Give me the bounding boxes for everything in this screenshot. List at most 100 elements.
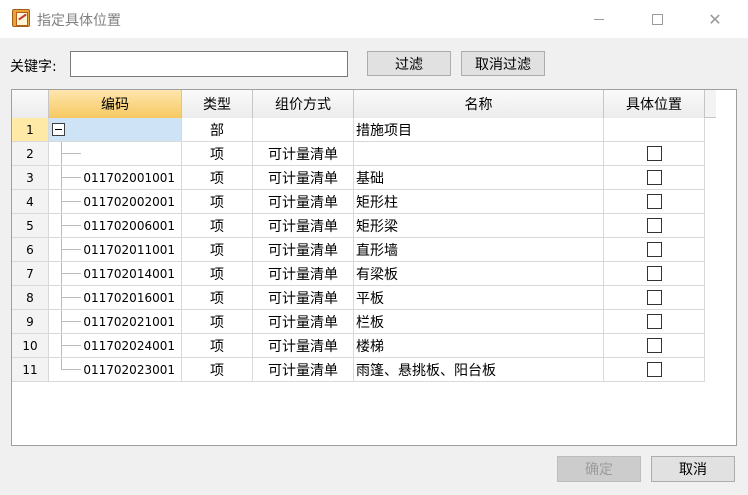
clear-filter-button[interactable]: 取消过滤 xyxy=(461,51,545,76)
name-cell xyxy=(354,142,604,165)
table-row[interactable]: 2 项可计量清单 xyxy=(12,142,705,166)
header-pricing-method[interactable]: 组价方式 xyxy=(253,90,354,118)
table-row[interactable]: 10 011702024001 项可计量清单 楼梯 xyxy=(12,334,705,358)
row-number: 2 xyxy=(12,142,49,165)
title-bar: 指定具体位置 ✕ xyxy=(0,0,748,38)
grid-header: 编码 类型 组价方式 名称 具体位置 xyxy=(12,90,716,118)
code-text: 011702006001 xyxy=(83,218,175,233)
tree-branch xyxy=(61,273,81,274)
row-number: 10 xyxy=(12,334,49,357)
tree-branch xyxy=(61,249,81,250)
header-name[interactable]: 名称 xyxy=(354,90,604,118)
type-cell: 项 xyxy=(182,262,253,285)
row-number: 11 xyxy=(12,358,49,381)
tree-branch xyxy=(61,153,81,154)
filter-button[interactable]: 过滤 xyxy=(367,51,451,76)
maximize-button[interactable] xyxy=(634,0,680,38)
code-cell[interactable]: 011702001001 xyxy=(49,166,182,189)
code-cell[interactable]: 011702011001 xyxy=(49,238,182,261)
pricing-method-cell: 可计量清单 xyxy=(253,238,354,261)
specific-location-cell xyxy=(604,286,705,309)
row-number: 7 xyxy=(12,262,49,285)
name-cell: 雨篷、悬挑板、阳台板 xyxy=(354,358,604,381)
pricing-method-cell: 可计量清单 xyxy=(253,190,354,213)
row-number: 9 xyxy=(12,310,49,333)
tree-branch xyxy=(61,321,81,322)
code-cell[interactable] xyxy=(49,142,182,165)
location-checkbox[interactable] xyxy=(646,266,662,281)
specific-location-cell xyxy=(604,334,705,357)
tree-branch xyxy=(61,177,81,178)
keyword-input[interactable] xyxy=(70,51,348,77)
table-row[interactable]: 11 011702023001 项可计量清单 雨篷、悬挑板、阳台板 xyxy=(12,358,705,382)
location-checkbox[interactable] xyxy=(646,362,662,377)
location-checkbox[interactable] xyxy=(646,290,662,305)
minimize-icon xyxy=(594,18,604,20)
type-cell: 项 xyxy=(182,190,253,213)
code-text: 011702002001 xyxy=(83,194,175,209)
tree-branch xyxy=(61,297,81,298)
name-cell: 有梁板 xyxy=(354,262,604,285)
cancel-button[interactable]: 取消 xyxy=(651,456,735,482)
code-cell[interactable]: 011702021001 xyxy=(49,310,182,333)
header-specific-location[interactable]: 具体位置 xyxy=(604,90,705,118)
type-cell: 项 xyxy=(182,286,253,309)
type-cell: 项 xyxy=(182,142,253,165)
code-text: 011702001001 xyxy=(83,170,175,185)
specific-location-cell xyxy=(604,262,705,285)
location-checkbox[interactable] xyxy=(646,242,662,257)
code-text: 011702014001 xyxy=(83,266,175,281)
table-row[interactable]: 7 011702014001 项可计量清单 有梁板 xyxy=(12,262,705,286)
code-cell[interactable]: 011702006001 xyxy=(49,214,182,237)
collapse-icon[interactable] xyxy=(52,123,65,136)
specific-location-cell xyxy=(604,214,705,237)
code-cell[interactable]: 011702023001 xyxy=(49,358,182,381)
name-cell: 栏板 xyxy=(354,310,604,333)
minimize-button[interactable] xyxy=(576,0,622,38)
row-number: 6 xyxy=(12,238,49,261)
code-cell[interactable] xyxy=(49,118,182,141)
table-row[interactable]: 5 011702006001 项可计量清单 矩形梁 xyxy=(12,214,705,238)
specific-location-cell xyxy=(604,238,705,261)
location-checkbox[interactable] xyxy=(646,338,662,353)
type-cell: 项 xyxy=(182,358,253,381)
maximize-icon xyxy=(651,13,663,25)
code-text: 011702021001 xyxy=(83,314,175,329)
pricing-method-cell xyxy=(253,118,354,141)
location-checkbox[interactable] xyxy=(646,146,662,161)
close-icon: ✕ xyxy=(708,9,722,29)
type-cell: 项 xyxy=(182,238,253,261)
header-code[interactable]: 编码 xyxy=(49,90,182,118)
pricing-method-cell: 可计量清单 xyxy=(253,286,354,309)
app-icon xyxy=(12,9,30,27)
name-cell: 楼梯 xyxy=(354,334,604,357)
row-number: 5 xyxy=(12,214,49,237)
tree-branch xyxy=(61,201,81,202)
table-row[interactable]: 6 011702011001 项可计量清单 直形墙 xyxy=(12,238,705,262)
close-button[interactable]: ✕ xyxy=(692,0,738,38)
location-checkbox[interactable] xyxy=(646,314,662,329)
tree-branch xyxy=(61,225,81,226)
code-cell[interactable]: 011702016001 xyxy=(49,286,182,309)
specific-location-cell xyxy=(604,358,705,381)
location-checkbox[interactable] xyxy=(646,170,662,185)
tree-branch xyxy=(61,369,81,370)
table-row[interactable]: 9 011702021001 项可计量清单 栏板 xyxy=(12,310,705,334)
table-row[interactable]: 1 部 措施项目 xyxy=(12,118,705,142)
code-cell[interactable]: 011702024001 xyxy=(49,334,182,357)
header-type[interactable]: 类型 xyxy=(182,90,253,118)
table-row[interactable]: 8 011702016001 项可计量清单 平板 xyxy=(12,286,705,310)
code-cell[interactable]: 011702002001 xyxy=(49,190,182,213)
location-checkbox[interactable] xyxy=(646,194,662,209)
pricing-method-cell: 可计量清单 xyxy=(253,358,354,381)
specific-location-cell xyxy=(604,118,705,141)
specific-location-cell xyxy=(604,142,705,165)
name-cell: 矩形梁 xyxy=(354,214,604,237)
pricing-method-cell: 可计量清单 xyxy=(253,166,354,189)
table-row[interactable]: 4 011702002001 项可计量清单 矩形柱 xyxy=(12,190,705,214)
location-checkbox[interactable] xyxy=(646,218,662,233)
code-cell[interactable]: 011702014001 xyxy=(49,262,182,285)
table-row[interactable]: 3 011702001001 项可计量清单 基础 xyxy=(12,166,705,190)
specific-location-cell xyxy=(604,190,705,213)
ok-button[interactable]: 确定 xyxy=(557,456,641,482)
